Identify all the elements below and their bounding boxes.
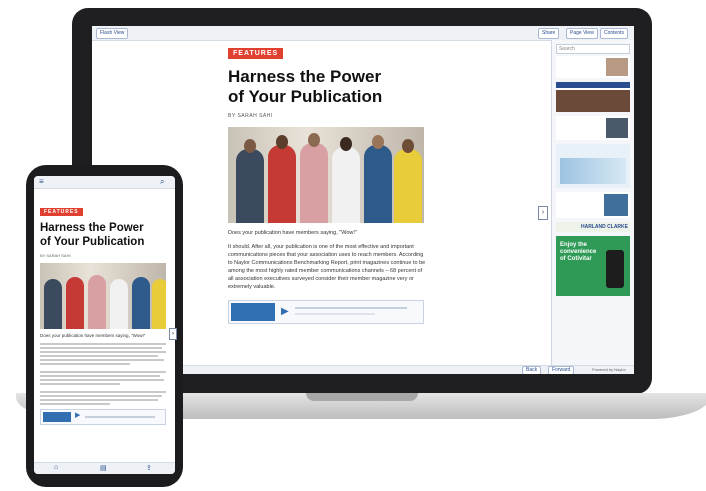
mobile-screen: ≡ ⌕ FEATURES Harness the Power of Your P…	[34, 176, 175, 474]
sidebar-ad-5[interactable]	[556, 192, 630, 218]
mobile-body-text	[40, 343, 170, 405]
share-button[interactable]: Share	[538, 28, 560, 39]
cotivitar-ad-text: Enjoy the convenience of Cotivitar	[560, 242, 597, 262]
powered-by-credit: Powered by Naylor	[592, 367, 626, 372]
laptop-notch	[306, 393, 418, 401]
pages-icon[interactable]: ▤	[100, 464, 107, 472]
audio-track[interactable]	[295, 307, 407, 309]
article-byline: BY SARAH SAHI	[228, 113, 273, 119]
mobile-article: FEATURES Harness the Power of Your Publi…	[40, 200, 170, 425]
page-view-button[interactable]: Page View	[566, 28, 598, 39]
mobile-hero-image	[40, 263, 166, 329]
article-paragraph: It should. After all, your publication i…	[228, 244, 426, 290]
sidebar-ad-3[interactable]	[556, 116, 630, 140]
mobile-features-tag: FEATURES	[40, 208, 83, 216]
play-icon[interactable]: ▶	[281, 306, 289, 317]
ad-sidebar: Search HARLAND CLARKE Enjoy the convenie…	[551, 40, 634, 374]
flash-view-button[interactable]: Flash View	[96, 28, 129, 39]
home-icon[interactable]: ⌂	[54, 464, 58, 471]
chevron-right-icon: ›	[541, 209, 545, 216]
article-title-line-1: Harness the Power	[228, 67, 382, 86]
article: FEATURES Harness the Power of Your Publi…	[228, 42, 428, 324]
menu-icon[interactable]: ≡	[39, 177, 44, 186]
mobile-next-arrow[interactable]: ›	[169, 328, 177, 340]
sidebar-ad-1[interactable]	[556, 56, 630, 78]
mobile-audio-player[interactable]: ▶	[40, 409, 166, 425]
sidebar-ad-2[interactable]	[556, 82, 630, 112]
harland-clarke-ad[interactable]: HARLAND CLARKE	[556, 222, 630, 232]
mobile-title-line-1: Harness the Power	[40, 222, 144, 234]
mobile-title-line-2: of Your Publication	[40, 236, 145, 248]
cotivitar-ad[interactable]: Enjoy the convenience of Cotivitar	[556, 236, 630, 296]
mobile-chevron-right-icon: ›	[172, 331, 174, 337]
audio-thumbnail	[231, 303, 275, 321]
mobile-article-title: Harness the Power of Your Publication	[40, 221, 170, 249]
desktop-toolbar: Flash View Share Page View Contents	[92, 26, 634, 41]
article-title: Harness the Power of Your Publication	[228, 67, 428, 107]
audio-player[interactable]: ▶	[228, 300, 424, 324]
features-tag: FEATURES	[228, 48, 284, 59]
mobile-toolbar: ≡ ⌕	[34, 176, 175, 189]
next-page-arrow[interactable]: ›	[538, 206, 548, 220]
contents-button[interactable]: Contents	[600, 28, 629, 39]
mobile-play-icon[interactable]: ▶	[75, 411, 80, 419]
mobile-byline: BY SARAH SAHI	[40, 253, 71, 258]
article-title-line-2: of Your Publication	[228, 87, 383, 106]
mobile-bottom-bar: ⌂ ▤ ⇪	[34, 462, 175, 474]
article-question: Does your publication have members sayin…	[228, 230, 357, 236]
back-button[interactable]: Back	[522, 366, 542, 374]
audio-meta	[295, 313, 375, 315]
search-icon[interactable]: ⌕	[160, 177, 164, 187]
sidebar-ad-4[interactable]	[556, 144, 630, 188]
hero-image	[228, 127, 424, 223]
sidebar-search-input[interactable]: Search	[556, 44, 630, 54]
forward-button[interactable]: Forward	[548, 366, 575, 374]
share-icon[interactable]: ⇪	[146, 464, 152, 472]
mobile-question: Does your publication have members sayin…	[40, 333, 146, 338]
